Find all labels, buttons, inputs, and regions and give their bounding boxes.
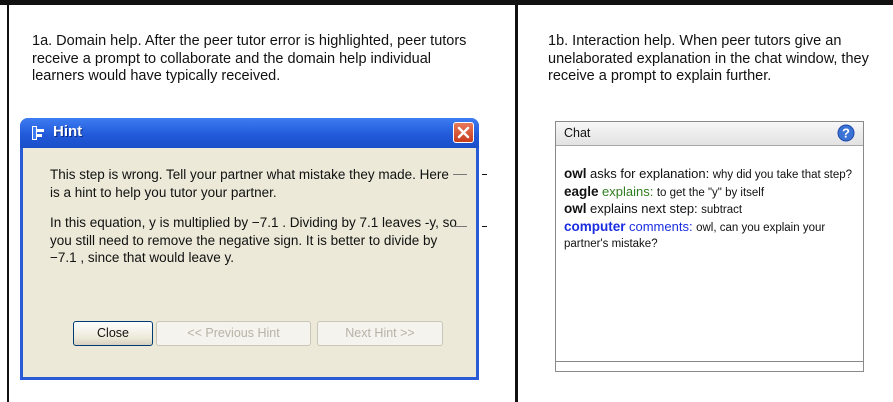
message-text: why did you take that step? [712, 169, 853, 181]
frame-top-border [0, 0, 893, 5]
chat-input-divider [556, 361, 863, 362]
message-action: asks for explanation: [589, 166, 710, 181]
chat-header: Chat ? [556, 122, 863, 146]
message-action: explains: [602, 183, 654, 199]
frame-left-border [7, 0, 9, 402]
message-action: comments: [629, 218, 693, 234]
hint-title: Hint [53, 123, 83, 140]
previous-hint-button[interactable]: << Previous Hint [156, 321, 311, 346]
caption-interaction-help: 1b. Interaction help. When peer tutors g… [548, 33, 869, 84]
help-question-icon[interactable]: ? [837, 124, 855, 142]
chat-message: owl explains next step: subtract [564, 201, 860, 219]
decorative-line [453, 174, 467, 175]
chat-window: Chat ? owl asks for explanation: why did… [555, 121, 864, 372]
hint-title-bar[interactable]: Hint [20, 118, 479, 148]
sender-name: owl [564, 166, 587, 181]
close-x-icon [457, 126, 470, 139]
hint-close-button[interactable] [453, 122, 474, 143]
decorative-line [482, 174, 487, 175]
chat-message: eagle explains: to get the "y" by itself [564, 184, 860, 202]
chat-message: computer comments: owl, can you explain … [564, 219, 860, 253]
message-action: explains next step: [589, 201, 698, 216]
hint-text: This step is wrong. Tell your partner wh… [50, 166, 460, 280]
hint-app-icon [31, 125, 47, 141]
chat-title: Chat [564, 126, 591, 140]
decorative-line [453, 226, 467, 227]
hint-window: Hint This step is wrong. Tell your partn… [20, 118, 479, 380]
next-hint-button[interactable]: Next Hint >> [317, 321, 443, 346]
message-text: subtract [701, 204, 743, 216]
sender-name: eagle [564, 183, 599, 199]
hint-paragraph-2: In this equation, y is multiplied by −7.… [50, 215, 457, 265]
svg-text:?: ? [842, 126, 850, 141]
chat-message: owl asks for explanation: why did you ta… [564, 166, 860, 184]
caption-domain-help: 1a. Domain help. After the peer tutor er… [32, 33, 467, 84]
frame-divider [515, 0, 518, 402]
hint-paragraph-1: This step is wrong. Tell your partner wh… [50, 167, 449, 200]
close-button[interactable]: Close [73, 321, 153, 346]
sender-name: owl [564, 201, 587, 216]
message-text: to get the "y" by itself [656, 186, 765, 199]
decorative-line [482, 226, 487, 227]
chat-messages: owl asks for explanation: why did you ta… [564, 166, 860, 253]
sender-name: computer [564, 218, 626, 234]
